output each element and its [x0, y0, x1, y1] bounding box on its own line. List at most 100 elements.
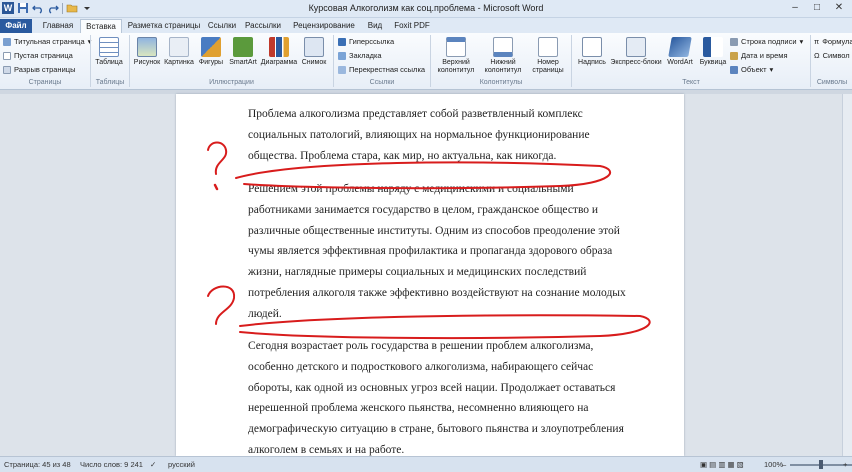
text-line: обороты, как одной из основных угроз все… [248, 381, 616, 394]
tab-file[interactable]: Файл [0, 19, 32, 33]
picture-button[interactable]: Рисунок [132, 37, 162, 67]
group-label-text: Текст [682, 79, 700, 86]
screenshot-button[interactable]: Снимок [299, 37, 329, 67]
hyperlink-button[interactable]: Гиперссылка [338, 37, 394, 46]
wordart-button[interactable]: WordArt [663, 37, 697, 67]
close-button[interactable]: ✕ [828, 0, 850, 16]
signature-line-button[interactable]: Строка подписи ▾ [730, 37, 803, 46]
zoom-level[interactable]: 100% [764, 460, 783, 469]
chart-button[interactable]: Диаграмма [260, 37, 298, 67]
view-buttons[interactable]: ▣ ▤ ▥ ▦ ▧ [700, 460, 744, 469]
table-icon [99, 37, 119, 57]
cover-page-icon [3, 37, 11, 46]
pi-icon: π [814, 37, 820, 46]
title-bar: W Курсовая Алкоголизм как соц.проблема -… [0, 0, 852, 18]
picture-icon [137, 37, 157, 57]
quick-parts-button[interactable]: Экспресс-блоки [610, 37, 662, 67]
group-label-tables: Таблицы [95, 79, 125, 86]
footer-button[interactable]: Нижний колонтитул [480, 37, 526, 75]
screenshot-icon [304, 37, 324, 57]
window-title: Курсовая Алкоголизм как соц.проблема - M… [308, 3, 544, 13]
tab-foxit-pdf[interactable]: Foxit PDF [390, 19, 434, 33]
zoom-slider-knob[interactable] [819, 460, 823, 469]
clipart-button[interactable]: Картинка [163, 37, 195, 67]
page-number-button[interactable]: Номер страницы [528, 37, 568, 75]
signature-line-icon [730, 37, 738, 46]
text-line: потребления алкоголя также эффективно во… [248, 286, 626, 299]
chart-icon [269, 37, 289, 57]
tab-review[interactable]: Рецензирование [288, 19, 360, 33]
vertical-scrollbar[interactable] [842, 94, 852, 456]
tab-mailings[interactable]: Рассылки [242, 19, 284, 33]
text-line: общества. Проблема стара, как мир, но ак… [248, 149, 557, 162]
zoom-out-icon[interactable]: – [782, 460, 786, 469]
tab-page-layout[interactable]: Разметка страницы [126, 19, 202, 33]
text-line: нерешенной проблема женского пьянства, н… [248, 402, 589, 415]
group-separator [810, 35, 811, 87]
table-button[interactable]: Таблица [93, 37, 125, 67]
blank-page-button[interactable]: Пустая страница [3, 51, 73, 60]
bookmark-button[interactable]: Закладка [338, 51, 382, 60]
text-line: социальных патологий, влияющих на нормал… [248, 128, 590, 141]
text-line: особенно детского и подросткового алкого… [248, 360, 594, 373]
dropdown-arrow-icon: ▾ [769, 65, 774, 74]
language-indicator[interactable]: русский [168, 460, 195, 469]
text-line: людей. [248, 307, 282, 320]
text-line: Проблема алкоголизма представляет собой … [248, 108, 583, 120]
document-page[interactable]: Проблема алкоголизма представляет собой … [176, 94, 684, 456]
page-break-button[interactable]: Разрыв страницы [3, 65, 75, 74]
shapes-button[interactable]: Фигуры [196, 37, 226, 67]
group-label-pages: Страницы [28, 79, 62, 86]
shapes-icon [201, 37, 221, 57]
header-button[interactable]: Верхний колонтитул [434, 37, 478, 75]
cross-reference-button[interactable]: Перекрестная ссылка [338, 65, 425, 74]
date-time-button[interactable]: Дата и время [730, 51, 788, 60]
equation-button[interactable]: π Формула [814, 37, 852, 46]
textbox-icon [582, 37, 602, 57]
tab-home[interactable]: Главная [37, 19, 79, 33]
wordart-icon [668, 37, 692, 57]
tab-references[interactable]: Ссылки [206, 19, 238, 33]
window-controls: – □ ✕ [784, 0, 850, 16]
paragraph-2: Решением этой проблемы наряду с медицинс… [248, 179, 650, 325]
smartart-icon [233, 37, 253, 57]
word-count[interactable]: Число слов: 9 241 [80, 460, 143, 469]
hyperlink-icon [338, 37, 346, 46]
symbol-button[interactable]: Ω Символ [814, 51, 850, 60]
clipart-icon [169, 37, 189, 57]
proofing-icon[interactable]: ✓ [150, 460, 156, 469]
zoom-in-icon[interactable]: + [843, 460, 847, 469]
header-icon [446, 37, 466, 57]
paragraph-1: Проблема алкоголизма представляет собой … [248, 104, 650, 166]
document-workspace: Проблема алкоголизма представляет собой … [0, 94, 852, 456]
footer-icon [493, 37, 513, 57]
dropcap-button[interactable]: Буквица [698, 37, 728, 67]
text-line: работниками занимается государство в цел… [248, 203, 599, 216]
status-bar: Страница: 45 из 48 Число слов: 9 241 ✓ р… [0, 456, 852, 472]
quick-parts-icon [626, 37, 646, 57]
tab-view[interactable]: Вид [364, 19, 386, 33]
minimize-button[interactable]: – [784, 0, 806, 16]
calendar-icon [730, 51, 738, 60]
text-line: Решением этой проблемы наряду с медицинс… [248, 183, 574, 195]
group-label-header-footer: Колонтитулы [479, 79, 523, 86]
text-line: чумы является эффективная профилактика и… [248, 245, 613, 258]
page-counter[interactable]: Страница: 45 из 48 [4, 460, 71, 469]
object-button[interactable]: Объект ▾ [730, 65, 773, 74]
smartart-button[interactable]: SmartArt [227, 37, 259, 67]
page-number-icon [538, 37, 558, 57]
cover-page-button[interactable]: Титульная страница▾ [3, 37, 91, 46]
group-label-illustrations: Иллюстрации [209, 79, 254, 86]
text-line: жизни, наглядные примеры социальных и ме… [248, 266, 587, 279]
paragraph-3: Сегодня возрастает роль государства в ре… [248, 336, 650, 461]
text-line: демографическую ситуацию в стране, бытов… [248, 423, 624, 436]
dropdown-arrow-icon: ▾ [799, 37, 804, 46]
dropcap-icon [703, 37, 723, 57]
bookmark-icon [338, 51, 346, 60]
group-label-symbols: Символы [816, 79, 848, 86]
tab-insert[interactable]: Вставка [80, 19, 122, 33]
maximize-button[interactable]: □ [806, 0, 828, 16]
text-line: Сегодня возрастает роль государства в ре… [248, 340, 594, 352]
omega-icon: Ω [814, 51, 820, 60]
textbox-button[interactable]: Надпись [574, 37, 610, 67]
